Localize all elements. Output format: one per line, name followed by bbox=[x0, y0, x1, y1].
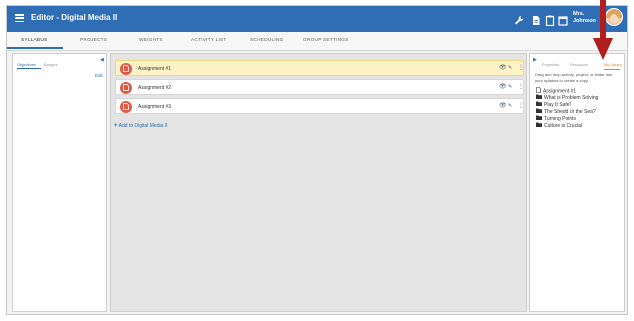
left-panel: Objectives Badges ◀ Edit bbox=[12, 53, 107, 312]
library-item[interactable]: What is Problem Solving bbox=[536, 94, 598, 101]
view-icon[interactable]: 👁 bbox=[499, 83, 507, 91]
top-bar: Editor - Digital Media II Mrs. Johnson bbox=[7, 6, 627, 32]
plus-icon: + bbox=[114, 123, 118, 129]
tab-projects[interactable]: PROJECTS bbox=[80, 38, 107, 43]
folder-icon bbox=[536, 115, 542, 122]
nav-bar: SYLLABUS PROJECTS WEIGHTS ACTIVITY LIST … bbox=[7, 32, 627, 51]
tab-group-settings[interactable]: GROUP SETTINGS bbox=[303, 38, 349, 43]
active-tab-indicator bbox=[7, 47, 63, 49]
tab-activity-list[interactable]: ACTIVITY LIST bbox=[191, 38, 227, 43]
tab-badges[interactable]: Badges bbox=[44, 62, 58, 67]
folder-icon bbox=[536, 94, 542, 101]
calendar-icon[interactable] bbox=[558, 13, 568, 26]
collapse-right-panel-icon[interactable]: ▶ bbox=[533, 57, 537, 63]
assignment-icon bbox=[120, 100, 132, 113]
more-options-icon[interactable]: ⋮ bbox=[518, 102, 524, 110]
subtab-indicator bbox=[604, 69, 620, 70]
more-options-icon[interactable]: ⋮ bbox=[518, 83, 524, 91]
library-item[interactable]: Culture is Crucial bbox=[536, 122, 582, 129]
tab-scheduling[interactable]: SCHEDULING bbox=[250, 38, 283, 43]
document-icon[interactable] bbox=[531, 13, 541, 25]
folder-icon bbox=[536, 101, 542, 108]
more-options-icon[interactable]: ⋮ bbox=[518, 64, 524, 72]
view-icon[interactable]: 👁 bbox=[499, 102, 507, 110]
tab-syllabus[interactable]: SYLLABUS bbox=[21, 38, 47, 43]
assignment-icon bbox=[120, 81, 132, 94]
edit-pencil-icon[interactable]: ✎ bbox=[508, 102, 512, 110]
library-instructions: Drag and drop activity, project, or fold… bbox=[535, 72, 613, 83]
view-icon[interactable]: 👁 bbox=[499, 64, 507, 72]
edit-pencil-icon[interactable]: ✎ bbox=[508, 64, 512, 72]
folder-icon bbox=[536, 108, 542, 115]
tab-weights[interactable]: WEIGHTS bbox=[139, 38, 163, 43]
subtab-indicator bbox=[17, 68, 41, 69]
hamburger-menu-icon[interactable] bbox=[15, 14, 24, 23]
tab-objectives[interactable]: Objectives bbox=[17, 62, 36, 67]
assignment-title: Assignment #3 bbox=[138, 103, 172, 110]
tab-properties[interactable]: Properties bbox=[542, 63, 559, 67]
assignment-row[interactable]: Assignment #1 👁 ✎ ⋮ bbox=[115, 60, 524, 76]
assignment-row[interactable]: Assignment #3 👁 ✎ ⋮ bbox=[115, 98, 524, 114]
assignment-row[interactable]: Assignment #2 👁 ✎ ⋮ bbox=[115, 79, 524, 95]
assignment-icon bbox=[120, 62, 132, 75]
library-item[interactable]: Play It Safe! bbox=[536, 101, 571, 108]
assignment-title: Assignment #2 bbox=[138, 84, 172, 91]
edit-button[interactable]: Edit bbox=[95, 73, 103, 78]
syllabus-panel: Assignment #1 👁 ✎ ⋮ Assignment #2 👁 ✎ ⋮ … bbox=[110, 53, 527, 312]
app-title: Editor - Digital Media II bbox=[31, 13, 118, 22]
annotation-arrow-icon bbox=[593, 0, 613, 60]
library-item[interactable]: Turning Points bbox=[536, 115, 576, 122]
edit-pencil-icon[interactable]: ✎ bbox=[508, 83, 512, 91]
library-item[interactable]: The Shedd or the Sea? bbox=[536, 108, 596, 115]
assignment-title: Assignment #1 bbox=[138, 65, 172, 72]
clipboard-icon[interactable] bbox=[545, 13, 555, 27]
tab-resources[interactable]: Resources bbox=[570, 63, 588, 67]
add-to-course-link[interactable]: + Add to Digital Media II bbox=[114, 123, 168, 129]
app-window: Editor - Digital Media II Mrs. Johnson S… bbox=[6, 5, 628, 315]
right-panel: ▶ Properties Resources My Library Drag a… bbox=[529, 53, 625, 312]
wrench-icon[interactable] bbox=[514, 13, 524, 25]
collapse-left-panel-icon[interactable]: ◀ bbox=[100, 57, 104, 63]
folder-icon bbox=[536, 122, 542, 129]
